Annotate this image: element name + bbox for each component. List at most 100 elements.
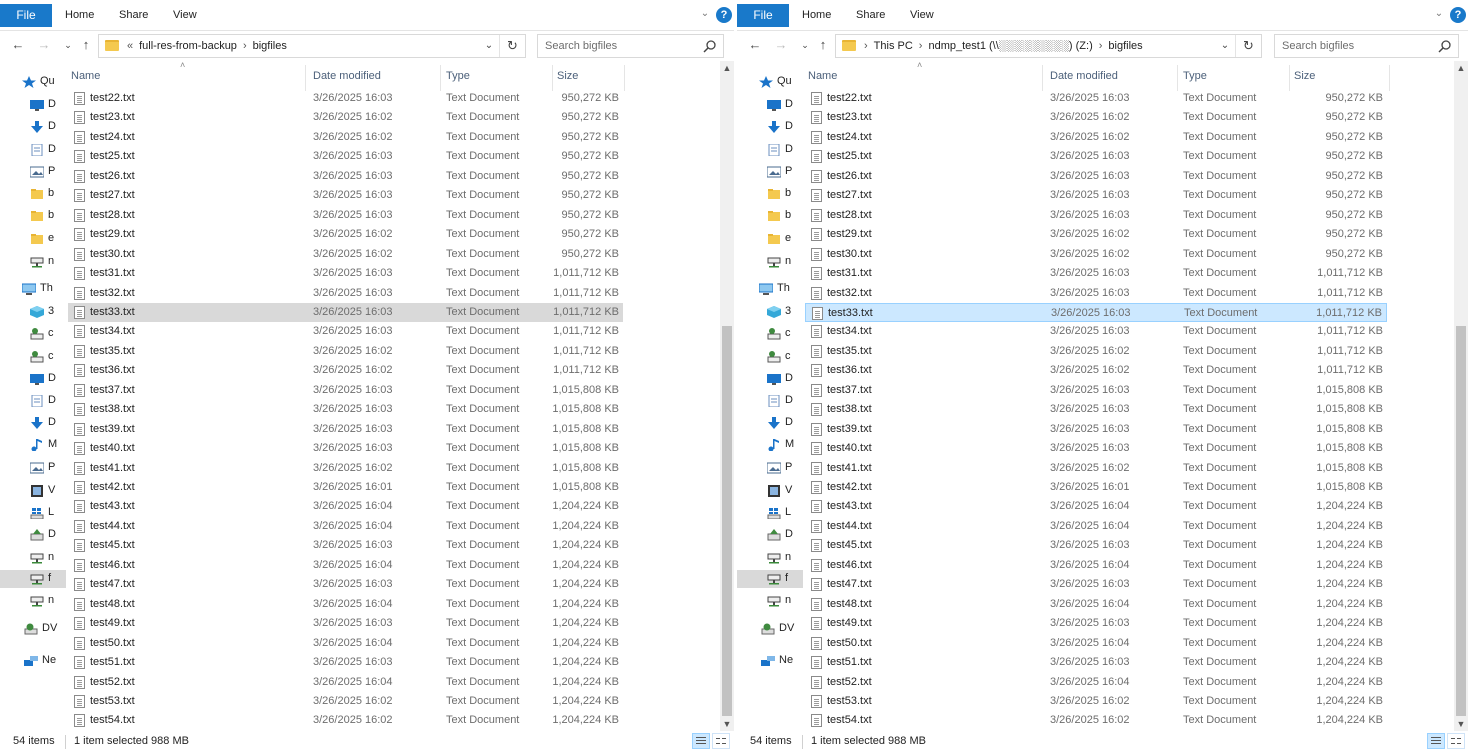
table-row[interactable]: test39.txt 3/26/2025 16:03 Text Document 1,…: [68, 420, 623, 439]
nav-pane-item[interactable]: c: [737, 348, 803, 366]
nav-pane-item[interactable]: P: [0, 459, 66, 477]
table-row[interactable]: test48.txt 3/26/2025 16:04 Text Document 1,…: [805, 595, 1387, 614]
refresh-icon[interactable]: ↻: [1235, 35, 1261, 57]
column-divider[interactable]: [305, 65, 306, 91]
chevron-down-icon[interactable]: ⌄: [1219, 39, 1231, 53]
table-row[interactable]: test31.txt 3/26/2025 16:03 Text Document 1,…: [68, 264, 623, 283]
table-row[interactable]: test32.txt 3/26/2025 16:03 Text Document 1,…: [68, 284, 623, 303]
column-divider[interactable]: [552, 65, 553, 91]
table-row[interactable]: test46.txt 3/26/2025 16:04 Text Document 1,…: [805, 556, 1387, 575]
nav-pane-item[interactable]: D: [0, 526, 66, 544]
table-row[interactable]: test26.txt 3/26/2025 16:03 Text Document 95…: [68, 167, 623, 186]
table-row[interactable]: test53.txt 3/26/2025 16:02 Text Document 1,…: [68, 692, 623, 711]
search-input[interactable]: Search bigfiles: [1274, 34, 1459, 58]
table-row[interactable]: test22.txt 3/26/2025 16:03 Text Document 95…: [805, 89, 1387, 108]
nav-pane-item[interactable]: V: [0, 482, 66, 500]
table-row[interactable]: test35.txt 3/26/2025 16:02 Text Document 1,…: [68, 342, 623, 361]
column-header-name[interactable]: Name: [71, 70, 100, 82]
recent-locations-chevron-icon[interactable]: ⌄: [797, 36, 813, 54]
tab-home[interactable]: Home: [65, 4, 94, 27]
nav-pane-item[interactable]: D: [737, 414, 803, 432]
nav-pane-item[interactable]: D: [737, 141, 803, 159]
table-row[interactable]: test29.txt 3/26/2025 16:02 Text Document 95…: [68, 225, 623, 244]
table-row[interactable]: test24.txt 3/26/2025 16:02 Text Document 95…: [805, 128, 1387, 147]
table-row[interactable]: test30.txt 3/26/2025 16:02 Text Document 95…: [68, 245, 623, 264]
table-row[interactable]: test37.txt 3/26/2025 16:03 Text Document 1,…: [68, 381, 623, 400]
table-row[interactable]: test35.txt 3/26/2025 16:02 Text Document 1,…: [805, 342, 1387, 361]
table-row[interactable]: test22.txt 3/26/2025 16:03 Text Document 95…: [68, 89, 623, 108]
table-row[interactable]: test26.txt 3/26/2025 16:03 Text Document 95…: [805, 167, 1387, 186]
table-row[interactable]: test32.txt 3/26/2025 16:03 Text Document 1,…: [805, 284, 1387, 303]
search-input[interactable]: Search bigfiles: [537, 34, 724, 58]
address-bar[interactable]: › This PC › ndmp_test1 (\\░░░░░░░░░) (Z:) › b…: [835, 34, 1262, 58]
table-row[interactable]: test34.txt 3/26/2025 16:03 Text Document 1,…: [805, 322, 1387, 341]
tab-share[interactable]: Share: [119, 4, 148, 27]
table-row[interactable]: test53.txt 3/26/2025 16:02 Text Document 1,…: [805, 692, 1387, 711]
nav-pane-item[interactable]: f: [737, 570, 803, 588]
details-view-button[interactable]: [692, 733, 710, 749]
table-row[interactable]: test43.txt 3/26/2025 16:04 Text Document 1,…: [68, 497, 623, 516]
up-arrow-icon[interactable]: ↑: [78, 36, 94, 54]
nav-pane-item[interactable]: D: [737, 118, 803, 136]
nav-pane-item[interactable]: Qu: [737, 73, 803, 91]
nav-pane-item[interactable]: Ne: [0, 652, 66, 670]
breadcrumb-item[interactable]: full-res-from-backup: [139, 40, 237, 52]
recent-locations-chevron-icon[interactable]: ⌄: [60, 36, 76, 54]
table-row[interactable]: test42.txt 3/26/2025 16:01 Text Document 1,…: [805, 478, 1387, 497]
tab-view[interactable]: View: [173, 4, 197, 27]
table-row[interactable]: test42.txt 3/26/2025 16:01 Text Document 1,…: [68, 478, 623, 497]
nav-pane-item[interactable]: n: [737, 253, 803, 271]
table-row[interactable]: test28.txt 3/26/2025 16:03 Text Document 95…: [805, 206, 1387, 225]
table-row[interactable]: test29.txt 3/26/2025 16:02 Text Document 95…: [805, 225, 1387, 244]
nav-pane-item[interactable]: D: [0, 118, 66, 136]
scroll-down-icon[interactable]: ▼: [720, 717, 734, 731]
nav-pane-item[interactable]: D: [0, 141, 66, 159]
back-arrow-icon[interactable]: ←: [747, 36, 763, 54]
nav-pane-item[interactable]: c: [0, 325, 66, 343]
nav-pane-item[interactable]: b: [737, 185, 803, 203]
nav-pane-item[interactable]: c: [737, 325, 803, 343]
nav-pane-item[interactable]: n: [737, 549, 803, 567]
column-header-type[interactable]: Type: [446, 70, 470, 82]
scroll-down-icon[interactable]: ▼: [1454, 717, 1468, 731]
table-row[interactable]: test38.txt 3/26/2025 16:03 Text Document 1,…: [68, 400, 623, 419]
nav-pane-item[interactable]: P: [737, 459, 803, 477]
scroll-thumb[interactable]: [722, 326, 732, 716]
nav-pane-item[interactable]: D: [0, 392, 66, 410]
table-row[interactable]: test49.txt 3/26/2025 16:03 Text Document 1,…: [68, 614, 623, 633]
nav-pane-item[interactable]: D: [0, 370, 66, 388]
table-row[interactable]: test25.txt 3/26/2025 16:03 Text Document 95…: [68, 147, 623, 166]
expand-ribbon-icon[interactable]: ⌄: [1432, 7, 1446, 21]
table-row[interactable]: test40.txt 3/26/2025 16:03 Text Document 1,…: [68, 439, 623, 458]
nav-pane-item[interactable]: D: [0, 414, 66, 432]
scroll-thumb[interactable]: [1456, 326, 1466, 716]
table-row[interactable]: test43.txt 3/26/2025 16:04 Text Document 1,…: [805, 497, 1387, 516]
table-row[interactable]: test47.txt 3/26/2025 16:03 Text Document 1,…: [68, 575, 623, 594]
breadcrumb-item[interactable]: This PC: [874, 40, 913, 52]
large-icons-view-button[interactable]: [712, 733, 730, 749]
large-icons-view-button[interactable]: [1447, 733, 1465, 749]
nav-pane-item[interactable]: b: [0, 185, 66, 203]
nav-pane-item[interactable]: D: [737, 370, 803, 388]
table-row[interactable]: test33.txt 3/26/2025 16:03 Text Document 1,…: [68, 302, 623, 323]
nav-pane-item[interactable]: L: [737, 504, 803, 522]
table-row[interactable]: test45.txt 3/26/2025 16:03 Text Document 1,…: [68, 536, 623, 555]
tab-share[interactable]: Share: [856, 4, 885, 27]
table-row[interactable]: test36.txt 3/26/2025 16:02 Text Document 1,…: [805, 361, 1387, 380]
column-divider[interactable]: [624, 65, 625, 91]
column-header-size[interactable]: Size: [557, 70, 578, 82]
nav-pane-item[interactable]: 3: [0, 303, 66, 321]
table-row[interactable]: test37.txt 3/26/2025 16:03 Text Document 1,…: [805, 381, 1387, 400]
breadcrumb-item[interactable]: bigfiles: [253, 40, 287, 52]
table-row[interactable]: test27.txt 3/26/2025 16:03 Text Document 95…: [68, 186, 623, 205]
table-row[interactable]: test45.txt 3/26/2025 16:03 Text Document 1,…: [805, 536, 1387, 555]
nav-pane-item[interactable]: c: [0, 348, 66, 366]
nav-pane-item[interactable]: e: [0, 230, 66, 248]
table-row[interactable]: test36.txt 3/26/2025 16:02 Text Document 1,…: [68, 361, 623, 380]
expand-ribbon-icon[interactable]: ⌄: [698, 7, 712, 21]
nav-pane-item[interactable]: n: [0, 592, 66, 610]
address-bar[interactable]: « full-res-from-backup › bigfiles ⌄ ↻: [98, 34, 526, 58]
column-header-size[interactable]: Size: [1294, 70, 1315, 82]
up-arrow-icon[interactable]: ↑: [815, 36, 831, 54]
nav-pane-item[interactable]: M: [0, 436, 66, 454]
